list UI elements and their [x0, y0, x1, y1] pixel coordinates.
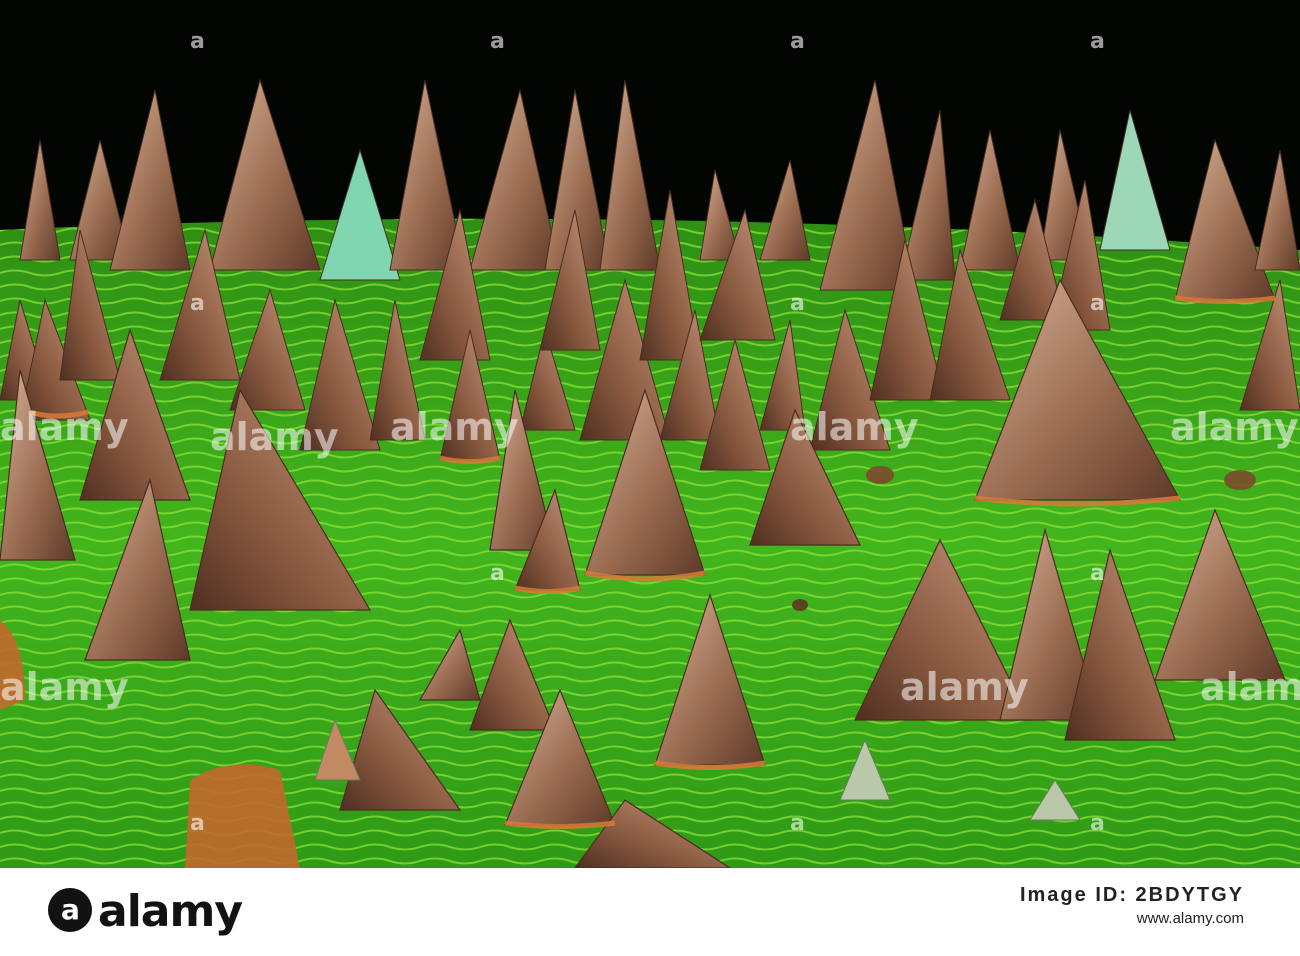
stock-photo-page: alamy alamy alamy alamy alamy alamy alam…: [0, 0, 1300, 956]
brand-name: alamy: [98, 886, 243, 937]
brand-logo[interactable]: a alamy: [48, 886, 243, 938]
brand-mark-icon: a: [48, 888, 92, 932]
footer-bar: a alamy Image ID: 2BDYTGY www.alamy.com: [0, 868, 1300, 956]
image-meta: Image ID: 2BDYTGY www.alamy.com: [1020, 882, 1244, 930]
image-id: Image ID: 2BDYTGY: [1019, 884, 1244, 906]
site-url[interactable]: www.alamy.com: [1020, 908, 1244, 930]
thorn-trunk-photo: [0, 0, 1300, 868]
